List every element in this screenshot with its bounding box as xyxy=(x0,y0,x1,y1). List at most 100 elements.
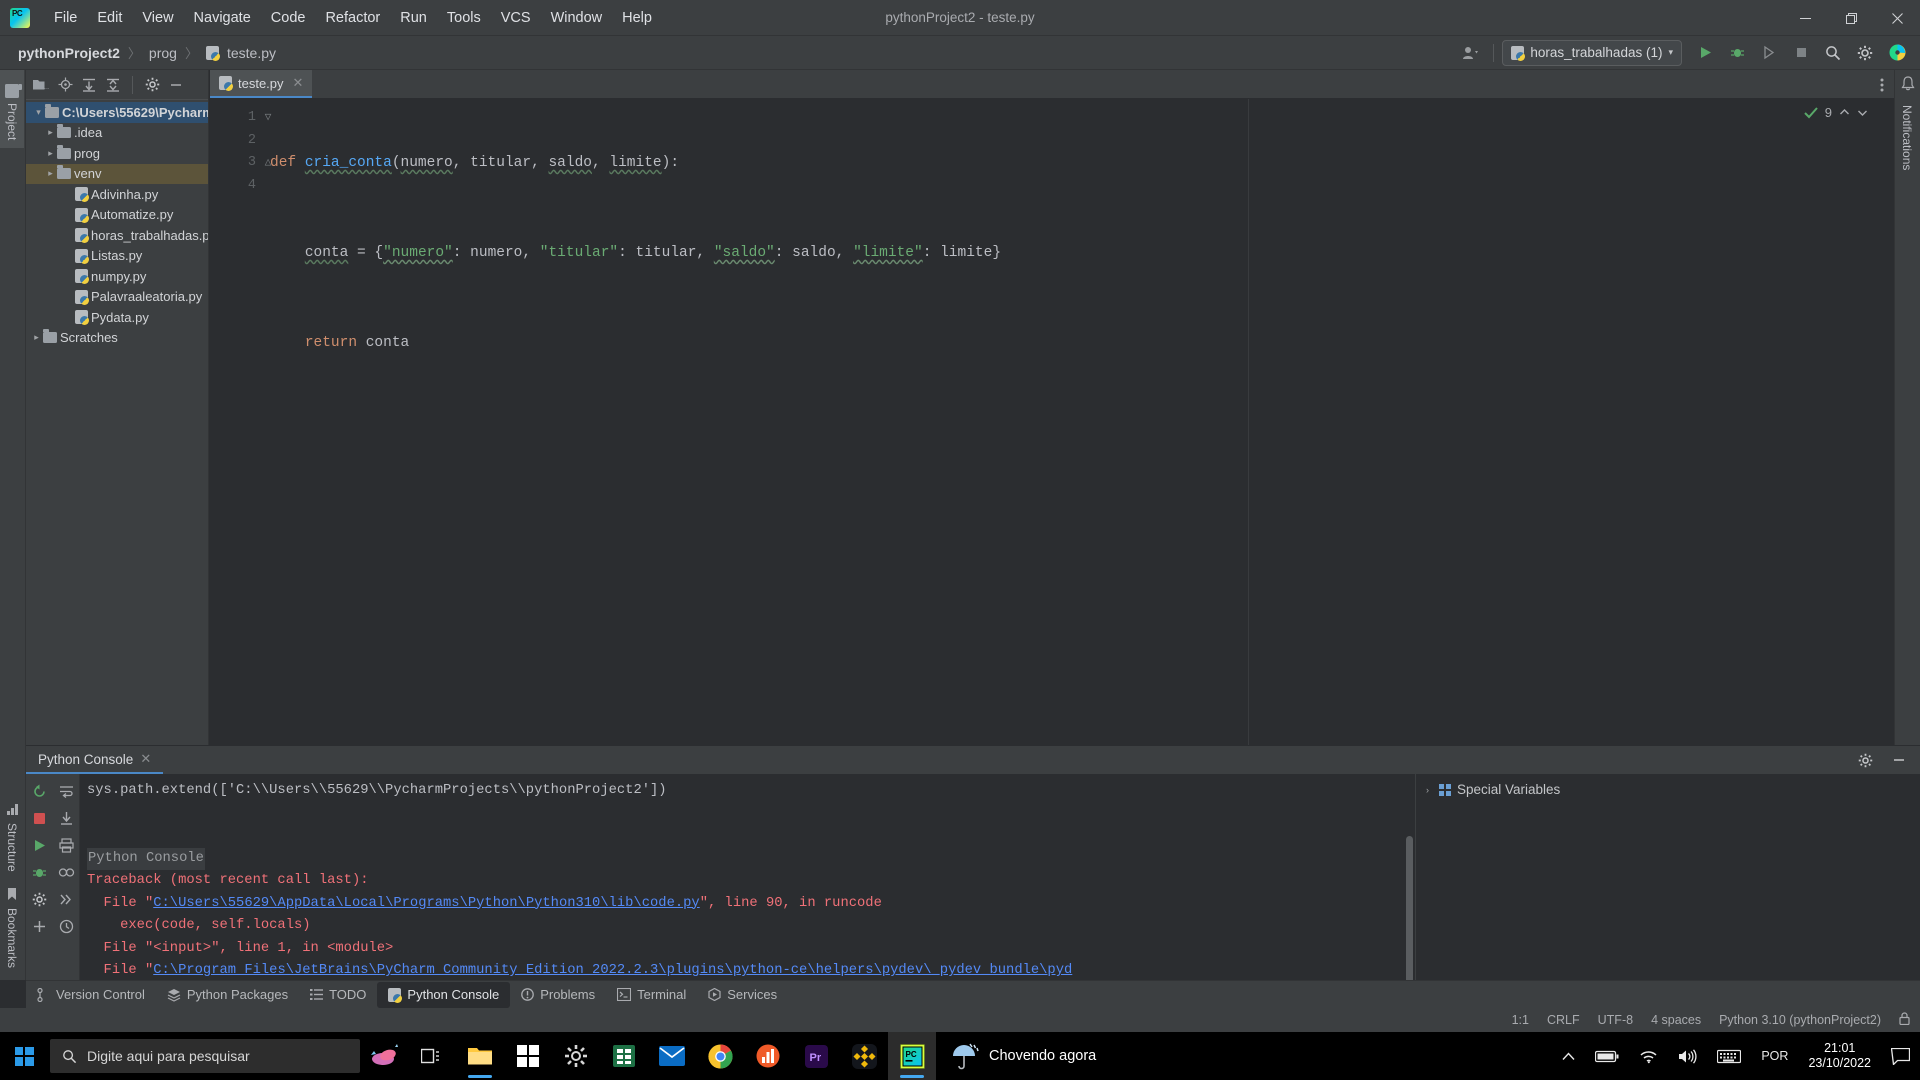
chrome-icon[interactable] xyxy=(696,1032,744,1080)
menu-refactor[interactable]: Refactor xyxy=(315,5,390,31)
chevron-down-icon[interactable]: ▾ xyxy=(32,107,45,118)
cortana-icon[interactable] xyxy=(360,1032,408,1080)
maximize-restore-button[interactable] xyxy=(1828,0,1874,36)
binance-icon[interactable] xyxy=(840,1032,888,1080)
tree-node-idea[interactable]: ▸ .idea xyxy=(26,123,208,144)
minimize-button[interactable] xyxy=(1782,0,1828,36)
show-hidden-icons-button[interactable] xyxy=(1552,1032,1585,1080)
tree-node-file[interactable]: Listas.py xyxy=(26,246,208,267)
close-icon[interactable]: ✕ xyxy=(140,751,151,767)
menu-help[interactable]: Help xyxy=(612,5,662,31)
mail-icon[interactable] xyxy=(648,1032,696,1080)
sidebar-tab-notifications[interactable]: Notifications xyxy=(1895,97,1919,178)
special-variables-row[interactable]: › Special Variables xyxy=(1422,782,1914,797)
code-editor[interactable]: 1 2 3 4 ▽ △ def cria_conta(numero, titul… xyxy=(210,99,1894,845)
editor-tab-teste-py[interactable]: teste.py ✕ xyxy=(210,70,313,98)
folder-select-icon[interactable]: ... xyxy=(30,74,52,96)
taskbar-weather[interactable]: Chovendo agora xyxy=(936,1042,1110,1070)
stats-app-icon[interactable] xyxy=(744,1032,792,1080)
menu-code[interactable]: Code xyxy=(261,5,316,31)
hide-icon[interactable] xyxy=(165,74,187,96)
inspection-widget[interactable]: 9 xyxy=(1804,105,1868,120)
expand-icon[interactable] xyxy=(54,887,79,912)
run-with-coverage-icon[interactable] xyxy=(1754,39,1784,67)
python-interpreter[interactable]: Python 3.10 (pythonProject2) xyxy=(1719,1013,1881,1027)
sidebar-tab-structure[interactable]: Structure xyxy=(0,796,24,880)
menu-view[interactable]: View xyxy=(132,5,183,31)
print-icon[interactable] xyxy=(54,833,79,858)
show-variables-icon[interactable] xyxy=(54,860,79,885)
menu-edit[interactable]: Edit xyxy=(87,5,132,31)
menu-tools[interactable]: Tools xyxy=(437,5,491,31)
tree-node-file[interactable]: Pydata.py xyxy=(26,307,208,328)
history-icon[interactable] xyxy=(54,914,79,939)
debug-icon[interactable] xyxy=(1722,39,1752,67)
tree-node-file[interactable]: Palavraaleatoria.py xyxy=(26,287,208,308)
tree-node-prog[interactable]: ▸ prog xyxy=(26,143,208,164)
tree-node-file[interactable]: Automatize.py xyxy=(26,205,208,226)
tree-node-file[interactable]: Adivinha.py xyxy=(26,184,208,205)
menu-window[interactable]: Window xyxy=(541,5,613,31)
gear-icon[interactable] xyxy=(1850,746,1880,774)
chevron-right-icon[interactable]: ▸ xyxy=(44,168,57,179)
stop-icon[interactable] xyxy=(1786,39,1816,67)
sidebar-tab-project[interactable]: Project xyxy=(0,70,24,149)
collapse-all-icon[interactable] xyxy=(102,74,124,96)
breadcrumb-file[interactable]: teste.py xyxy=(223,43,280,63)
pycharm-icon[interactable]: PC xyxy=(888,1032,936,1080)
run-icon[interactable] xyxy=(27,833,52,858)
gear-icon[interactable] xyxy=(141,74,163,96)
taskbar-search-input[interactable]: Digite aqui para pesquisar xyxy=(50,1039,360,1073)
run-icon[interactable] xyxy=(1690,39,1720,67)
breadcrumb-project[interactable]: pythonProject2 xyxy=(14,43,124,63)
menu-file[interactable]: File xyxy=(44,5,87,31)
tool-tab-services[interactable]: Services xyxy=(697,982,788,1008)
volume-icon[interactable] xyxy=(1668,1032,1707,1080)
settings-icon[interactable] xyxy=(552,1032,600,1080)
caret-position[interactable]: 1:1 xyxy=(1512,1013,1529,1027)
tool-tab-python-packages[interactable]: Python Packages xyxy=(156,982,299,1008)
tree-node-venv[interactable]: ▸ venv xyxy=(26,163,208,184)
premiere-pro-icon[interactable]: Pr xyxy=(792,1032,840,1080)
sidebar-tab-bookmarks[interactable]: Bookmarks xyxy=(0,880,24,976)
indent-setting[interactable]: 4 spaces xyxy=(1651,1013,1701,1027)
debug-icon[interactable] xyxy=(27,860,52,885)
menu-vcs[interactable]: VCS xyxy=(491,5,541,31)
file-encoding[interactable]: UTF-8 xyxy=(1598,1013,1633,1027)
windows-start-icon[interactable] xyxy=(0,1032,48,1080)
gear-icon[interactable] xyxy=(1850,39,1880,67)
chevron-right-icon[interactable]: ▸ xyxy=(44,148,57,159)
menu-run[interactable]: Run xyxy=(390,5,437,31)
tree-node-file[interactable]: numpy.py xyxy=(26,266,208,287)
close-button[interactable] xyxy=(1874,0,1920,36)
notification-icon[interactable] xyxy=(1881,1032,1920,1080)
scroll-to-end-icon[interactable] xyxy=(54,806,79,831)
file-explorer-icon[interactable] xyxy=(456,1032,504,1080)
stop-icon[interactable] xyxy=(27,806,52,831)
add-icon[interactable] xyxy=(27,914,52,939)
tool-tab-version-control[interactable]: Version Control xyxy=(26,982,156,1008)
account-icon[interactable] xyxy=(1455,39,1485,67)
console-tab-python-console[interactable]: Python Console ✕ xyxy=(26,746,164,774)
tool-tab-problems[interactable]: Problems xyxy=(510,982,606,1008)
pycharm-updates-icon[interactable] xyxy=(1882,39,1912,67)
breadcrumb-folder[interactable]: prog xyxy=(145,43,181,63)
file-path-link[interactable]: C:\Program Files\JetBrains\PyCharm Commu… xyxy=(153,963,1072,978)
microsoft-store-icon[interactable] xyxy=(504,1032,552,1080)
chevron-right-icon[interactable]: ▸ xyxy=(44,127,57,138)
search-icon[interactable] xyxy=(1818,39,1848,67)
close-icon[interactable]: ✕ xyxy=(293,75,304,91)
task-view-icon[interactable] xyxy=(408,1032,456,1080)
menu-navigate[interactable]: Navigate xyxy=(184,5,261,31)
tree-node-scratches[interactable]: ▸ Scratches xyxy=(26,328,208,349)
battery-icon[interactable] xyxy=(1585,1032,1629,1080)
tool-tab-terminal[interactable]: Terminal xyxy=(606,982,697,1008)
chevron-right-icon[interactable]: ▸ xyxy=(30,332,43,343)
tree-node-root[interactable]: ▾ C:\Users\55629\Pycharm xyxy=(26,102,208,123)
run-configuration-selector[interactable]: horas_trabalhadas (1) ▾ xyxy=(1502,39,1682,66)
settings-icon[interactable] xyxy=(27,887,52,912)
file-path-link[interactable]: C:\Users\55629\AppData\Local\Programs\Py… xyxy=(153,896,699,911)
more-vertical-icon[interactable] xyxy=(1874,70,1890,99)
expand-all-icon[interactable] xyxy=(78,74,100,96)
chevron-right-icon[interactable]: › xyxy=(1422,785,1433,795)
